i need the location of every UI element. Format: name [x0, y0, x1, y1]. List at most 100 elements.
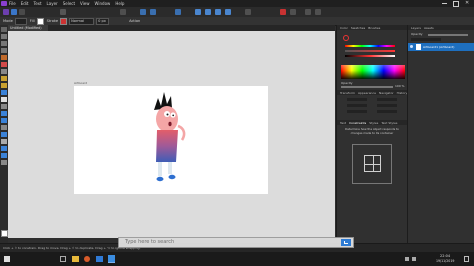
tab-text-styles[interactable]: Text Styles: [381, 121, 397, 125]
hand-tool-icon[interactable]: [1, 132, 7, 137]
fill-tool-icon[interactable]: [1, 62, 7, 67]
boolean-intersect-icon[interactable]: [215, 9, 221, 15]
transform-icon[interactable]: [175, 9, 181, 15]
saturation-slider[interactable]: [345, 50, 395, 52]
ellipse-tool-icon[interactable]: [1, 83, 7, 88]
tab-color[interactable]: Color: [340, 26, 348, 30]
grid-icon[interactable]: [290, 9, 296, 15]
view-mode-icon[interactable]: [315, 9, 321, 15]
menu-help[interactable]: Help: [115, 1, 124, 6]
tab-transform[interactable]: Transform: [340, 91, 355, 95]
stroke-width-field[interactable]: 0 px: [96, 17, 110, 25]
notifications-icon[interactable]: [464, 256, 469, 262]
transform-r-field[interactable]: [347, 110, 367, 113]
tab-brushes[interactable]: Brushes: [368, 26, 380, 30]
brush-tool-icon[interactable]: [1, 55, 7, 60]
mail-icon[interactable]: [96, 256, 103, 262]
character-illustration: [154, 92, 186, 182]
taskbar-date[interactable]: 19/11/2019: [436, 259, 454, 263]
insert-target-icon[interactable]: [245, 9, 251, 15]
shape-tool-icon[interactable]: [1, 90, 7, 95]
arrange-icon[interactable]: [150, 9, 156, 15]
taskbar-time[interactable]: 22:04: [440, 254, 450, 258]
fill-swatch[interactable]: [36, 17, 44, 25]
pen-tool-icon[interactable]: [1, 41, 7, 46]
tab-styles[interactable]: Styles: [369, 121, 378, 125]
affinity-designer-taskbar-icon[interactable]: [108, 255, 115, 263]
persona-export-icon[interactable]: [19, 9, 25, 15]
tab-history[interactable]: History: [397, 91, 408, 95]
file-explorer-icon[interactable]: [72, 256, 79, 262]
opacity-slider[interactable]: [341, 86, 393, 88]
place-tool-icon[interactable]: [1, 111, 7, 116]
slice-tool-icon[interactable]: [1, 146, 7, 151]
tab-appearance[interactable]: Appearance: [358, 91, 376, 95]
pixel-view-icon[interactable]: [305, 9, 311, 15]
crop-tool-icon[interactable]: [1, 104, 7, 109]
layer-visibility-icon[interactable]: [410, 45, 413, 48]
menu-select[interactable]: Select: [63, 1, 75, 6]
color-wheel-icon[interactable]: [343, 35, 349, 41]
search-submit-button[interactable]: [341, 239, 351, 246]
snap-toggle-icon[interactable]: [280, 9, 286, 15]
align-icon[interactable]: [140, 9, 146, 15]
primary-color-icon[interactable]: [1, 230, 8, 237]
artboard-canvas[interactable]: [74, 86, 268, 194]
menu-edit[interactable]: Edit: [21, 1, 29, 6]
stroke-swatch[interactable]: [60, 17, 68, 25]
menu-window[interactable]: Window: [95, 1, 111, 6]
constraint-vertical-line[interactable]: [373, 156, 374, 172]
browser-icon[interactable]: [84, 256, 90, 262]
task-view-icon[interactable]: [60, 256, 66, 262]
mode-dropdown[interactable]: [14, 17, 27, 25]
persona-designer-icon[interactable]: [3, 9, 9, 15]
move-tool-icon[interactable]: [1, 27, 7, 32]
transform-y-field[interactable]: [347, 104, 367, 107]
node-tool-icon[interactable]: [1, 34, 7, 39]
tab-text[interactable]: Text: [340, 121, 346, 125]
menu-view[interactable]: View: [80, 1, 90, 6]
transform-x-field[interactable]: [347, 98, 367, 101]
window-controls: ✕: [440, 0, 472, 7]
persona-pixel-icon[interactable]: [11, 9, 17, 15]
layer-row-artboard[interactable]: Artboard1 (Artboard): [408, 43, 474, 51]
gradient-tool-icon[interactable]: [1, 118, 7, 123]
transform-h-field[interactable]: [377, 104, 397, 107]
constraints-grid[interactable]: [364, 155, 381, 172]
text-tool-icon[interactable]: [1, 97, 7, 102]
boolean-subtract-icon[interactable]: [205, 9, 211, 15]
tab-constraints[interactable]: Constraints: [349, 121, 366, 125]
menu-text[interactable]: Text: [33, 1, 41, 6]
zoom-tool-icon[interactable]: [1, 125, 7, 130]
layers-opacity-slider[interactable]: [428, 34, 468, 36]
vector-brush-tool-icon[interactable]: [1, 160, 7, 165]
snapping-icon[interactable]: [120, 9, 126, 15]
start-icon[interactable]: [4, 256, 10, 262]
color-picker-tool-icon[interactable]: [1, 139, 7, 144]
minimize-icon[interactable]: [442, 3, 447, 4]
artboard-tool-icon[interactable]: [1, 153, 7, 158]
tray-network-icon[interactable]: [405, 257, 409, 261]
tab-navigator[interactable]: Navigator: [379, 91, 394, 95]
close-icon[interactable]: ✕: [465, 0, 469, 6]
transform-s-field[interactable]: [377, 110, 397, 113]
lightness-slider[interactable]: [345, 55, 395, 57]
blend-dropdown[interactable]: Normal: [69, 17, 95, 25]
transparency-tool-icon[interactable]: [1, 69, 7, 74]
tab-layers[interactable]: Layers: [411, 26, 421, 30]
menu-layer[interactable]: Layer: [47, 1, 58, 6]
constraints-panel-tabs: Text Constraints Styles Text Styles: [337, 120, 407, 125]
blend-mode-dropdown[interactable]: [411, 38, 441, 41]
tab-swatches[interactable]: Swatches: [351, 26, 365, 30]
pencil-tool-icon[interactable]: [1, 48, 7, 53]
menu-file[interactable]: File: [9, 1, 16, 6]
transform-w-field[interactable]: [377, 98, 397, 101]
document-setup-icon[interactable]: [60, 9, 66, 15]
search-input[interactable]: Type here to search: [118, 237, 354, 248]
hue-slider[interactable]: [345, 45, 395, 47]
boolean-add-icon[interactable]: [195, 9, 201, 15]
tab-assets[interactable]: Assets: [424, 26, 434, 30]
rectangle-tool-icon[interactable]: [1, 76, 7, 81]
boolean-divide-icon[interactable]: [225, 9, 231, 15]
tray-volume-icon[interactable]: [412, 257, 416, 261]
